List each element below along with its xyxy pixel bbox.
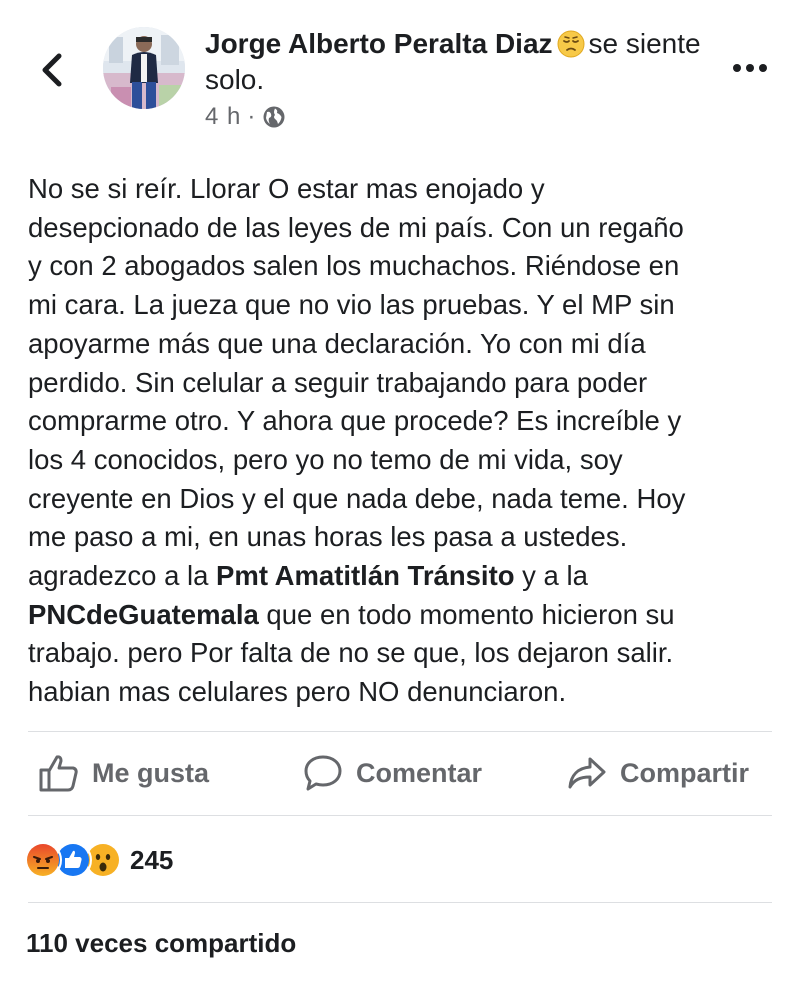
- body-line: PNCdeGuatemala que en todo momento hicie…: [28, 596, 783, 635]
- action-bar: Me gusta Comentar Compartir: [0, 740, 800, 808]
- comment-button[interactable]: Comentar: [302, 752, 482, 794]
- author-name[interactable]: Jorge Alberto Peralta Diaz: [205, 28, 553, 59]
- body-line: mi cara. La jueza que no vio las pruebas…: [28, 289, 675, 321]
- share-icon: [568, 757, 606, 789]
- body-line: apoyarme más que una declaración. Yo con…: [28, 327, 646, 359]
- body-line: agradezco a la Pmt Amatitlán Tránsito y …: [28, 557, 783, 596]
- post-meta: 4 h ·: [205, 103, 286, 131]
- post-body: No se si reír. Llorar O estar mas enojad…: [28, 170, 783, 712]
- mention-pmt-amatitlan[interactable]: Pmt Amatitlán Tránsito: [216, 560, 514, 591]
- divider: [28, 731, 772, 732]
- back-button[interactable]: [34, 50, 70, 90]
- pensive-face-icon: [557, 30, 585, 58]
- avatar-photo: [103, 27, 185, 109]
- line-text: que en todo momento hicieron su: [258, 598, 675, 630]
- body-line: y con 2 abogados salen los muchachos. Ri…: [28, 250, 680, 282]
- body-line: trabajo. pero Por falta de no se que, lo…: [28, 637, 674, 669]
- body-line: creyente en Dios y el que nada debe, nad…: [28, 482, 686, 514]
- like-button[interactable]: Me gusta: [38, 752, 209, 794]
- thumbs-up-icon: [39, 755, 78, 792]
- post-time[interactable]: 4 h: [205, 103, 241, 131]
- body-line: perdido. Sin celular a seguir trabajando…: [28, 366, 648, 398]
- post-title: Jorge Alberto Peralta Diaz se siente sol…: [205, 26, 705, 98]
- body-line: los 4 conocidos, pero yo no temo de mi v…: [28, 443, 623, 475]
- body-line: No se si reír. Llorar O estar mas enojad…: [28, 173, 545, 204]
- comment-label: Comentar: [356, 757, 483, 788]
- body-line: habian mas celulares pero NO denunciaron…: [28, 676, 567, 708]
- avatar[interactable]: [103, 27, 185, 109]
- meta-separator: ·: [247, 103, 257, 130]
- line-text: y a la: [514, 560, 588, 592]
- post-header: Jorge Alberto Peralta Diaz se siente sol…: [0, 0, 800, 150]
- globe-icon: [263, 106, 285, 128]
- reaction-count: 245: [130, 844, 174, 875]
- like-label: Me gusta: [92, 757, 210, 788]
- reactions-summary[interactable]: 245: [24, 840, 173, 880]
- more-horizontal-icon: [733, 64, 767, 72]
- share-count[interactable]: 110 veces compartido: [26, 928, 296, 959]
- body-line: comprarme otro. Y ahora que procede? Es …: [28, 405, 682, 437]
- body-line: desepcionado de las leyes de mi país. Co…: [28, 211, 684, 243]
- reaction-icons: [24, 841, 122, 879]
- mention-pnc-guatemala[interactable]: PNCdeGuatemala: [28, 599, 259, 630]
- share-label: Compartir: [620, 757, 750, 788]
- angry-reaction-icon: [24, 841, 62, 879]
- divider: [28, 815, 772, 816]
- chevron-left-icon: [42, 53, 62, 87]
- divider: [28, 902, 772, 903]
- comment-icon: [304, 755, 342, 791]
- line-text: agradezco a la: [28, 560, 217, 592]
- more-options-button[interactable]: [730, 56, 770, 80]
- share-button[interactable]: Compartir: [566, 752, 749, 794]
- body-line: me paso a mi, en unas horas les pasa a u…: [28, 521, 628, 553]
